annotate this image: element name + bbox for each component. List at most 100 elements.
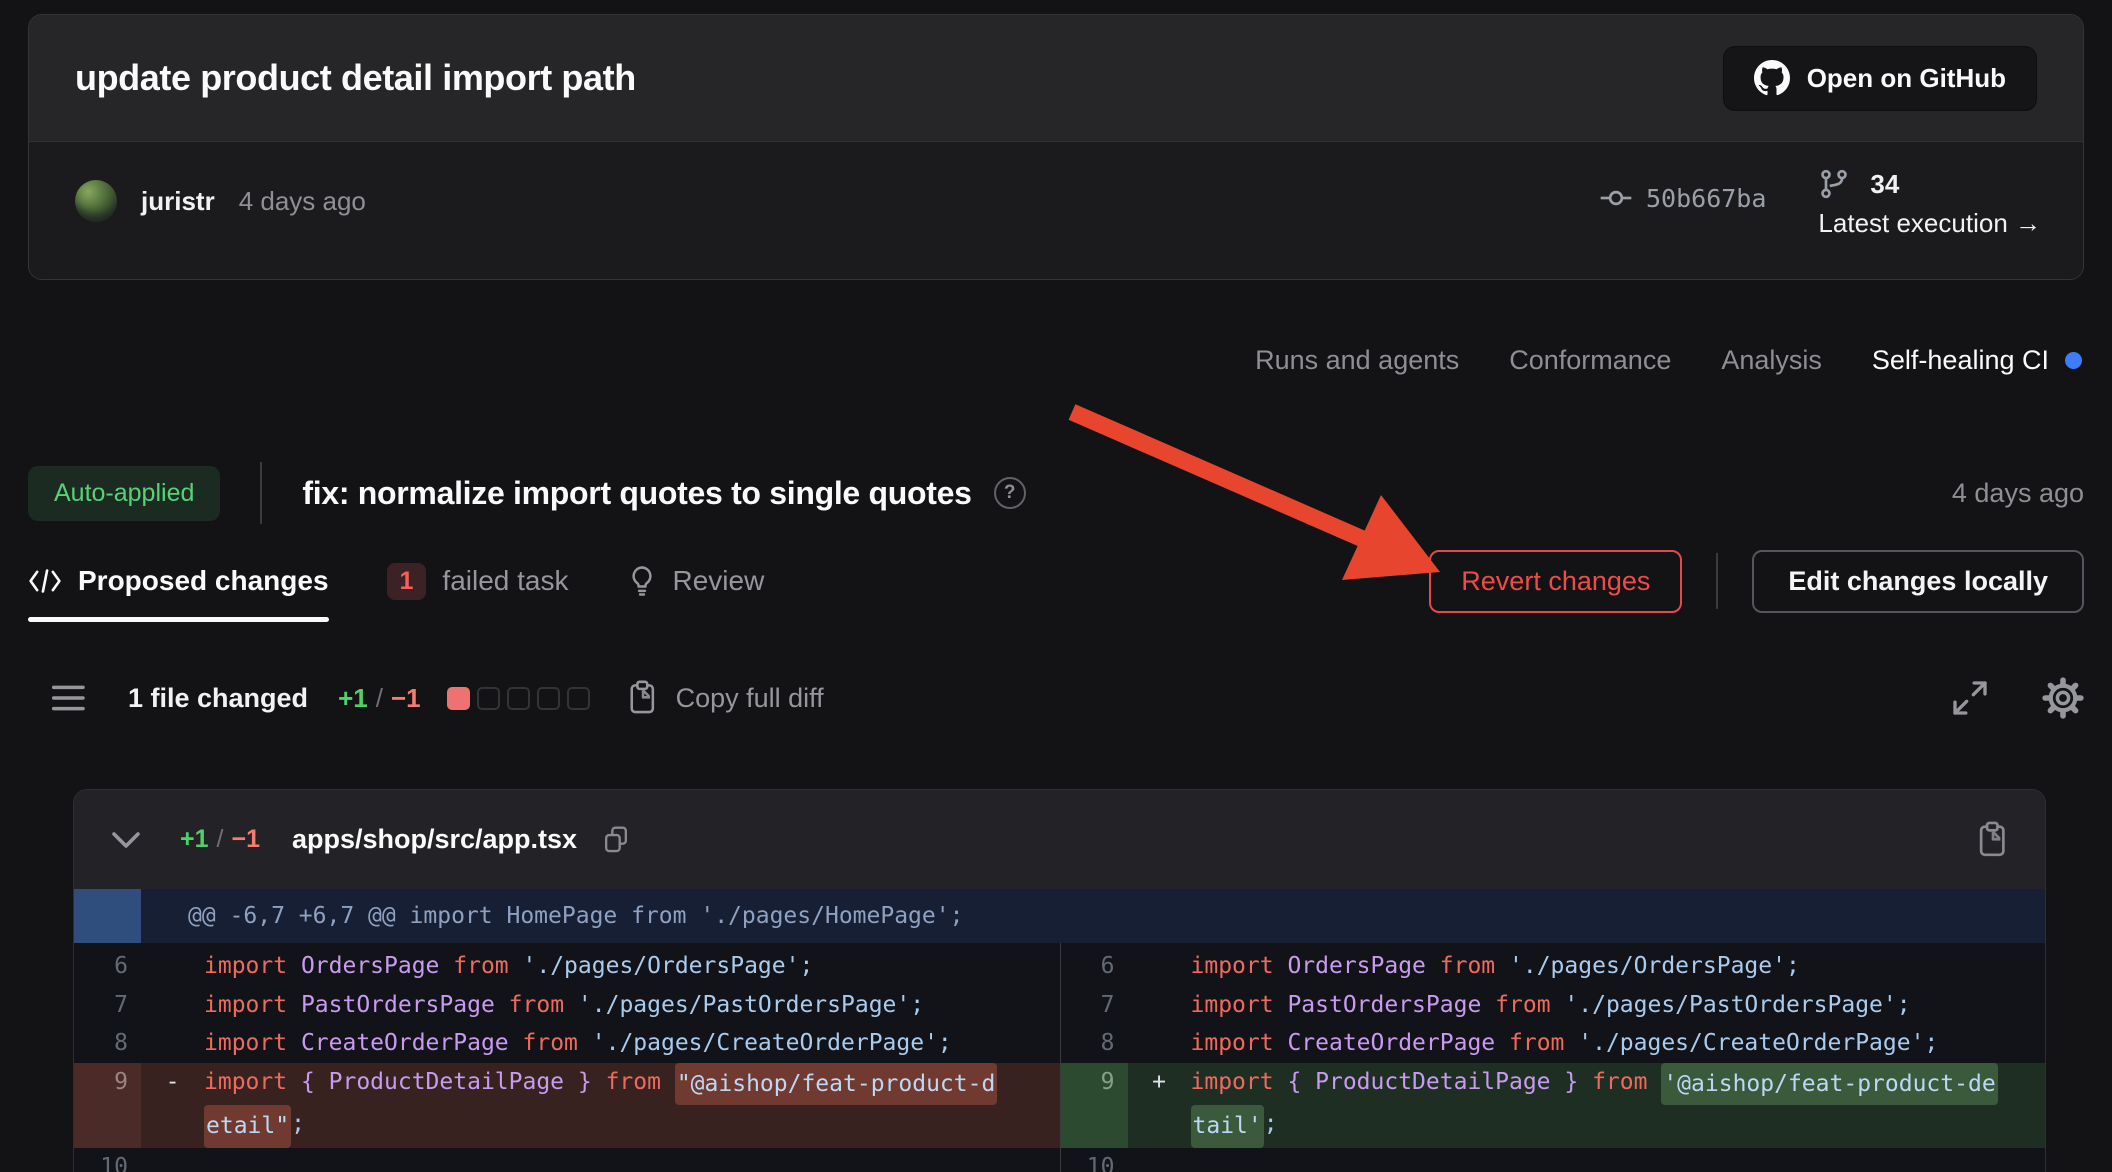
edit-changes-locally-button[interactable]: Edit changes locally	[1752, 550, 2084, 613]
auto-applied-badge: Auto-applied	[28, 466, 220, 521]
ratio-square-empty	[537, 687, 560, 710]
actions-group: Revert changes Edit changes locally	[1429, 550, 2084, 613]
gear-icon[interactable]	[2042, 677, 2084, 719]
code-token: '@aishop/feat-product-de	[1661, 1063, 1997, 1106]
header-card-body: juristr 4 days ago 50b667ba 34	[29, 142, 2083, 280]
expand-icon[interactable]	[1950, 678, 1990, 718]
fix-time-ago: 4 days ago	[1952, 478, 2084, 509]
avatar[interactable]	[75, 180, 117, 222]
change-ratio-squares	[447, 687, 590, 710]
diff-sign	[141, 1148, 204, 1172]
line-number: 10	[74, 1148, 141, 1172]
code-token: CreateOrderPage	[301, 1024, 523, 1063]
lightbulb-icon	[627, 565, 657, 597]
copy-full-diff-button[interactable]: Copy full diff	[626, 679, 824, 717]
file-list-menu-icon[interactable]	[50, 682, 92, 714]
tab-proposed-changes-label: Proposed changes	[78, 565, 329, 597]
nav-analysis[interactable]: Analysis	[1721, 345, 1822, 376]
active-nav-dot	[2065, 352, 2082, 369]
ratio-square-empty	[477, 687, 500, 710]
code-token: ;	[291, 1105, 305, 1148]
ratio-square-empty	[507, 687, 530, 710]
failed-count-badge: 1	[387, 563, 427, 600]
code-token: PastOrdersPage	[301, 986, 509, 1025]
copy-full-diff-label: Copy full diff	[676, 683, 824, 714]
open-on-github-button[interactable]: Open on GitHub	[1723, 46, 2037, 111]
code-token: from	[1495, 986, 1564, 1025]
code-token: tail'	[1191, 1105, 1264, 1148]
commit-time: 4 days ago	[239, 186, 366, 217]
code-token: './pages/OrdersPage';	[1509, 947, 1800, 986]
line-number: 9	[74, 1063, 141, 1148]
author-row: juristr 4 days ago	[75, 180, 366, 222]
code-token: from	[1509, 1024, 1578, 1063]
nav-self-healing-ci[interactable]: Self-healing CI	[1872, 345, 2082, 376]
clipboard-icon	[626, 679, 660, 717]
code-token: './pages/OrdersPage';	[523, 947, 814, 986]
file-additions: +1	[180, 825, 209, 854]
help-icon[interactable]: ?	[994, 477, 1026, 509]
code-token: import	[1191, 1063, 1288, 1106]
diff-line: 9-import { ProductDetailPage } from "@ai…	[74, 1063, 1060, 1148]
copy-path-icon[interactable]	[601, 824, 631, 856]
fix-title: fix: normalize import quotes to single q…	[302, 475, 971, 512]
fix-header-row: Auto-applied fix: normalize import quote…	[28, 460, 2084, 526]
hunk-gutter-block	[74, 889, 141, 943]
file-stat-separator: /	[217, 825, 224, 854]
diff-line: 10	[1061, 1148, 2046, 1172]
nav-runs-and-agents[interactable]: Runs and agents	[1255, 345, 1459, 376]
tab-review-label: Review	[673, 565, 765, 597]
commit-sha-block[interactable]: 50b667ba	[1600, 182, 1766, 214]
page-title: update product detail import path	[75, 57, 636, 99]
diff-sign	[1128, 947, 1191, 986]
code-token: './pages/CreateOrderPage';	[1578, 1024, 1938, 1063]
code-token: from	[1440, 947, 1509, 986]
toolbar-right-icons	[1950, 677, 2084, 719]
diff-sign	[1128, 986, 1191, 1025]
code-token: './pages/PastOrdersPage';	[1564, 986, 1910, 1025]
tab-proposed-changes[interactable]: Proposed changes	[28, 540, 329, 622]
file-deletions: −1	[231, 825, 260, 854]
code-token: etail"	[204, 1105, 291, 1148]
line-number: 7	[74, 986, 141, 1025]
chevron-down-icon[interactable]	[108, 827, 144, 853]
code-token: './pages/PastOrdersPage';	[578, 986, 924, 1025]
revert-changes-button[interactable]: Revert changes	[1429, 550, 1682, 613]
deletions-count: −1	[391, 683, 421, 714]
open-on-github-label: Open on GitHub	[1807, 63, 2006, 94]
line-number: 6	[74, 947, 141, 986]
code-token: { ProductDetailPage }	[301, 1063, 606, 1106]
diff-sign	[141, 947, 204, 986]
vertical-divider	[1716, 553, 1718, 609]
diff-file-header: +1 / −1 apps/shop/src/app.tsx	[74, 790, 2045, 889]
code-token: { ProductDetailPage }	[1287, 1063, 1592, 1106]
tab-review[interactable]: Review	[627, 540, 765, 622]
commit-sha: 50b667ba	[1646, 184, 1766, 213]
code-token: from	[509, 986, 578, 1025]
diff-line: 9+import { ProductDetailPage } from '@ai…	[1061, 1063, 2046, 1148]
diff-pane-old: 6import OrdersPage from './pages/OrdersP…	[74, 943, 1060, 1172]
diff-sign	[1128, 1024, 1191, 1063]
code-token: OrdersPage	[1287, 947, 1439, 986]
code-icon	[28, 566, 62, 596]
diff-line: 6import OrdersPage from './pages/OrdersP…	[74, 947, 1060, 986]
diff-sign	[141, 1105, 204, 1148]
copy-file-diff-icon[interactable]	[1975, 820, 2011, 860]
author-name[interactable]: juristr	[141, 186, 215, 217]
latest-execution-link[interactable]: Latest execution →	[1818, 208, 2041, 239]
diff-sign	[1128, 1105, 1191, 1148]
code-token: import	[204, 1024, 301, 1063]
diff-sign	[1128, 1148, 1191, 1172]
diff-sign	[141, 1024, 204, 1063]
diff-panes: 6 import OrdersPage from './pages/OrdersP…	[74, 943, 2045, 1172]
header-card: update product detail import path Open o…	[28, 14, 2084, 280]
diff-toolbar: 1 file changed +1 / −1 Copy full diff	[28, 668, 2084, 728]
tab-failed-task[interactable]: 1 failed task	[387, 540, 569, 622]
stat-separator: /	[376, 683, 383, 714]
line-number: 8	[74, 1024, 141, 1063]
diff-line: 8import CreateOrderPage from './pages/Cr…	[1061, 1024, 2046, 1063]
code-token: "@aishop/feat-product-d	[675, 1063, 998, 1106]
nav-conformance[interactable]: Conformance	[1509, 345, 1671, 376]
diff-pane-new: 6import OrdersPage from './pages/OrdersP…	[1060, 943, 2046, 1172]
commit-icon	[1600, 182, 1632, 214]
